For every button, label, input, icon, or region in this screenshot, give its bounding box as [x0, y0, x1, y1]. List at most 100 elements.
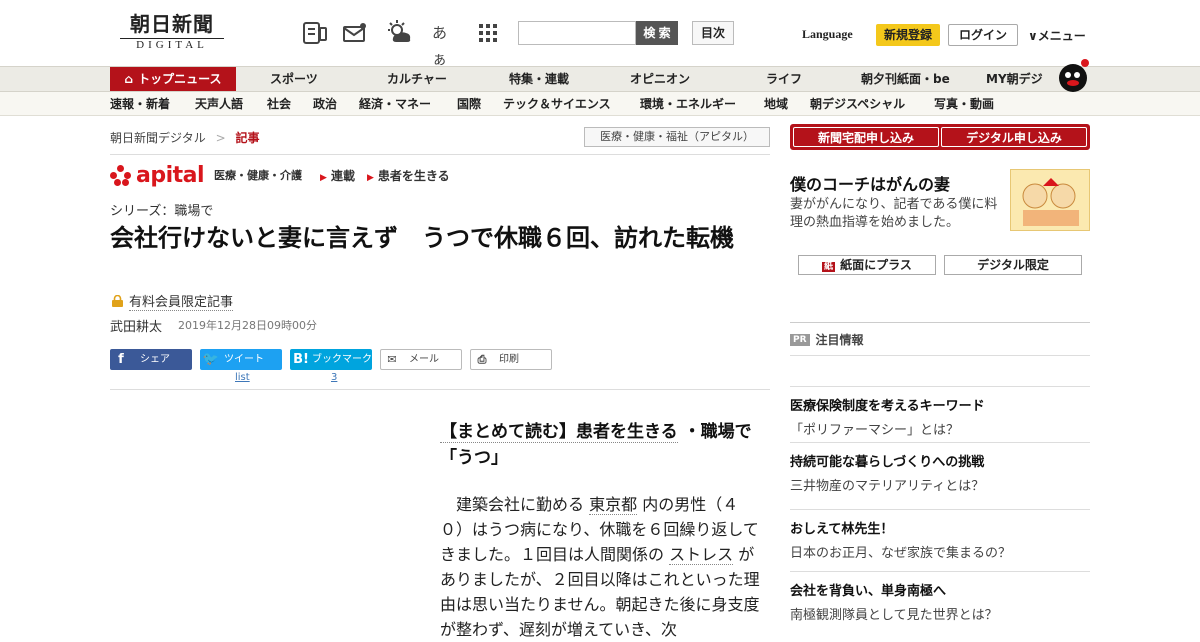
- nav-features[interactable]: 特集・連載: [509, 67, 569, 91]
- pr-item[interactable]: 持続可能な暮らしづくりへの挑戦 三井物産のマテリアリティとは？: [790, 442, 1090, 494]
- divider: [110, 389, 770, 390]
- pr-item-desc: 三井物産のマテリアリティとは？: [790, 479, 985, 494]
- article-title: 会社行けないと妻に言えず うつで休職６回、訪れた転機: [110, 224, 734, 252]
- subnav-international[interactable]: 国際: [457, 92, 481, 116]
- hatena-label: ブックマーク: [312, 354, 372, 365]
- paid-member-badge[interactable]: 有料会員限定記事: [112, 291, 234, 311]
- pr-item-desc: 「ポリファーマシー」とは？: [790, 423, 960, 438]
- divider: [790, 322, 1090, 323]
- pr-heading-label: 注目情報: [815, 333, 864, 347]
- menu-label: メニュー: [1037, 29, 1086, 43]
- apps-grid-icon[interactable]: [478, 20, 504, 46]
- digital-newspaper-icon[interactable]: [302, 20, 328, 46]
- twitter-count[interactable]: list: [235, 372, 250, 383]
- related-read-link[interactable]: 【まとめて読む】患者を生きる ・職場で「うつ」: [440, 419, 760, 471]
- newspaper-subscribe-button[interactable]: 新聞宅配申し込み: [793, 127, 939, 147]
- subnav-tech[interactable]: テック＆サイエンス: [503, 92, 611, 116]
- apital-logo-icon: [110, 164, 132, 186]
- keyword-link-tokyo[interactable]: 東京都: [589, 495, 638, 515]
- main-nav: ⌂ トップニュース スポーツ カルチャー 特集・連載 オピニオン ライフ 朝夕刊紙…: [0, 59, 1200, 92]
- envelope-icon: ✉: [387, 353, 397, 366]
- subnav-special[interactable]: 朝デジスペシャル: [810, 92, 905, 116]
- search-button[interactable]: 検 索: [636, 21, 678, 45]
- promo-illustration[interactable]: [1010, 169, 1090, 231]
- logo-subtext: DIGITAL: [120, 38, 224, 52]
- paper-plus-icon: 紙: [822, 262, 836, 272]
- mail-share-button[interactable]: ✉ メール: [380, 349, 462, 370]
- hatena-bookmark-button[interactable]: B! ブックマーク: [290, 349, 372, 370]
- chevron-down-icon: ∨: [1028, 29, 1038, 43]
- article-body: 建築会社に勤める 東京都 内の男性（４０）はうつ病になり、休職を６回繰り返してき…: [440, 492, 760, 642]
- facebook-icon: f: [118, 352, 124, 367]
- divider: [790, 355, 1090, 356]
- paper-plus-button[interactable]: 紙紙面にプラス: [798, 255, 936, 275]
- paper-plus-label: 紙面にプラス: [840, 258, 912, 272]
- language-link[interactable]: Language: [802, 27, 853, 42]
- nav-my-asadigi[interactable]: MY朝デジ: [986, 67, 1043, 91]
- weather-icon[interactable]: [386, 20, 412, 46]
- promo-title[interactable]: 僕のコーチはがんの妻: [790, 171, 950, 195]
- twitter-share-button[interactable]: 🐦 ツイート: [200, 349, 282, 370]
- facebook-share-button[interactable]: f シェア: [110, 349, 192, 370]
- apital-logo[interactable]: apital: [136, 163, 205, 188]
- search-input[interactable]: [518, 21, 636, 45]
- article-author[interactable]: 武田耕太: [110, 316, 162, 335]
- apital-link-patient[interactable]: 患者を生きる: [367, 167, 450, 184]
- pr-tag: PR: [790, 333, 810, 346]
- pr-item-title: おしえて林先生！: [790, 522, 894, 537]
- menu-button[interactable]: ∨メニュー: [1028, 27, 1086, 44]
- apital-subtitle: 医療・健康・介護: [214, 169, 303, 182]
- digital-only-button[interactable]: デジタル限定: [944, 255, 1082, 275]
- pr-item-desc: 日本のお正月、なぜ家族で集まるの？: [790, 546, 1012, 561]
- nav-life[interactable]: ライフ: [766, 67, 802, 91]
- subnav-politics[interactable]: 政治: [313, 92, 337, 116]
- category-tag[interactable]: 医療・健康・福祉（アピタル）: [584, 127, 770, 147]
- pr-item-title: 医療保険制度を考えるキーワード: [790, 399, 985, 414]
- digital-subscribe-button[interactable]: デジタル申し込み: [941, 127, 1087, 147]
- subnav-economy[interactable]: 経済・マネー: [359, 92, 431, 116]
- nav-opinion[interactable]: オピニオン: [630, 67, 690, 91]
- nav-sports[interactable]: スポーツ: [270, 67, 318, 91]
- subnav-environment[interactable]: 環境・エネルギー: [640, 92, 736, 116]
- site-header: 朝日新聞 DIGITAL あぁ 検 索 目次 Language 新規登録 ログイ…: [0, 0, 1200, 68]
- subnav-region[interactable]: 地域: [764, 92, 788, 116]
- mail-icon[interactable]: [342, 20, 368, 46]
- pr-item[interactable]: 医療保険制度を考えるキーワード 「ポリファーマシー」とは？: [790, 386, 1090, 438]
- pr-item[interactable]: おしえて林先生！ 日本のお正月、なぜ家族で集まるの？: [790, 509, 1090, 561]
- divider: [110, 154, 770, 155]
- lock-icon: [112, 295, 123, 307]
- apital-link-serial[interactable]: 連載: [320, 167, 355, 184]
- subnav-society[interactable]: 社会: [267, 92, 291, 116]
- pr-item[interactable]: 会社を背負い、単身南極へ 南極観測隊員として見た世界とは？: [790, 571, 1090, 623]
- logo-text: 朝日新聞: [130, 12, 214, 36]
- nav-paper[interactable]: 朝夕刊紙面・be: [861, 67, 950, 91]
- subnav-photo-video[interactable]: 写真・動画: [934, 92, 994, 116]
- home-icon: ⌂: [124, 72, 134, 86]
- subnav-tenseijingo[interactable]: 天声人語: [195, 92, 243, 116]
- mail-share-label: メール: [409, 354, 439, 365]
- font-size-icon[interactable]: あぁ: [432, 20, 458, 68]
- facebook-share-label: シェア: [140, 354, 170, 365]
- breadcrumb-separator: >: [215, 131, 226, 145]
- register-button[interactable]: 新規登録: [876, 24, 940, 46]
- toc-button[interactable]: 目次: [692, 21, 734, 45]
- breadcrumb-home[interactable]: 朝日新聞デジタル: [110, 131, 206, 145]
- nav-top-news[interactable]: ⌂ トップニュース: [110, 67, 236, 91]
- print-button[interactable]: ⎙ 印刷: [470, 349, 552, 370]
- subnav-latest[interactable]: 速報・新着: [110, 92, 170, 116]
- hatena-count[interactable]: 3: [331, 372, 337, 383]
- nav-label: トップニュース: [138, 72, 222, 86]
- apital-header: apital 医療・健康・介護 連載 患者を生きる: [110, 163, 462, 188]
- body-text: 建築会社に勤める: [440, 495, 585, 514]
- login-button[interactable]: ログイン: [948, 24, 1018, 46]
- mascot-icon: [1055, 57, 1091, 93]
- article-date: 2019年12月28日09時00分: [178, 319, 317, 332]
- promo-description: 妻ががんになり、記者である僕に料理の熱血指導を始めました。: [790, 197, 998, 230]
- pr-item-title: 会社を背負い、単身南極へ: [790, 584, 947, 599]
- twitter-share-label: ツイート: [224, 354, 264, 365]
- nav-culture[interactable]: カルチャー: [387, 67, 447, 91]
- keyword-link-stress[interactable]: ストレス: [669, 545, 734, 565]
- breadcrumb: 朝日新聞デジタル > 記事: [110, 129, 260, 146]
- related-read-prefix: 【まとめて読む】患者を生きる: [440, 422, 678, 443]
- asahi-digital-logo[interactable]: 朝日新聞 DIGITAL: [112, 12, 232, 54]
